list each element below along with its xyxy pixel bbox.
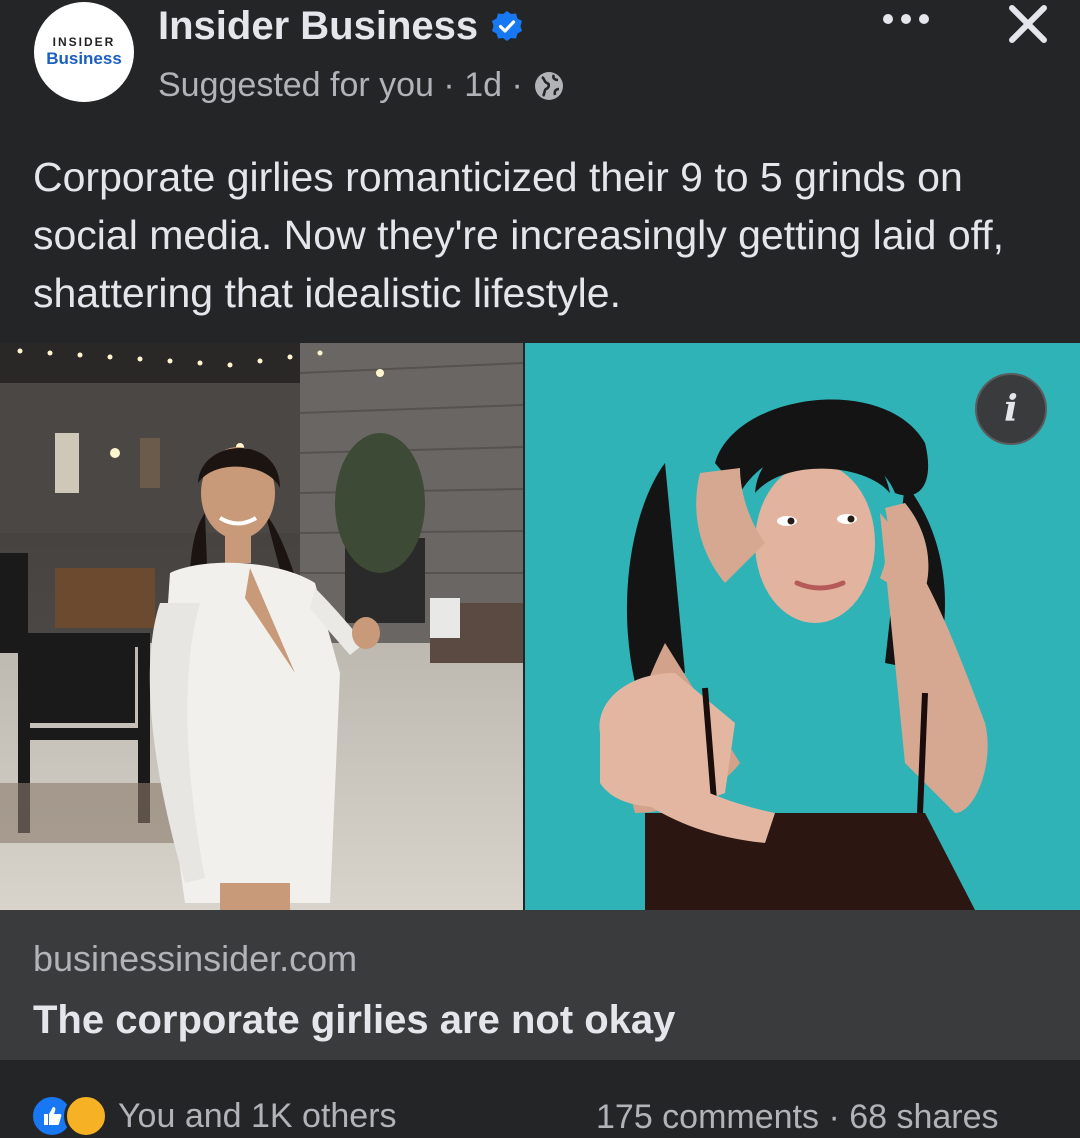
- post-header: INSIDER Business Insider Business Sugges…: [0, 0, 1080, 130]
- post-time[interactable]: 1d: [464, 66, 502, 105]
- verified-badge-icon: [492, 10, 523, 41]
- post-text: Corporate girlies romanticized their 9 t…: [33, 154, 1005, 316]
- page-name-row: Insider Business: [158, 4, 524, 49]
- close-icon[interactable]: [1004, 0, 1052, 48]
- photo-woman-white-blazer[interactable]: [0, 343, 523, 910]
- suggested-label: Suggested for you: [158, 66, 434, 104]
- page-avatar[interactable]: INSIDER Business: [34, 2, 134, 102]
- reactions-summary[interactable]: You and 1K others: [30, 1094, 397, 1138]
- comments-shares-count[interactable]: 175 comments · 68 shares: [596, 1098, 999, 1137]
- avatar-logo-line1: INSIDER: [52, 35, 116, 49]
- link-preview-card[interactable]: businessinsider.com The corporate girlie…: [0, 910, 1080, 1060]
- page-name[interactable]: Insider Business: [158, 4, 478, 49]
- info-icon[interactable]: i: [975, 373, 1047, 445]
- post-media[interactable]: [0, 343, 1080, 910]
- meta-separator: ·: [502, 66, 523, 104]
- more-options-icon[interactable]: [878, 4, 934, 34]
- haha-reaction-icon: [64, 1094, 108, 1138]
- link-title: The corporate girlies are not okay: [33, 998, 676, 1042]
- meta-separator: ·: [433, 66, 465, 104]
- post-footer: You and 1K others 175 comments · 68 shar…: [0, 1060, 1080, 1138]
- avatar-logo-line2: Business: [46, 49, 122, 68]
- post-meta: Suggested for you · 1d ·: [158, 66, 565, 105]
- globe-icon: [534, 71, 563, 100]
- reactions-text: You and 1K others: [118, 1096, 397, 1135]
- link-domain: businessinsider.com: [33, 938, 358, 979]
